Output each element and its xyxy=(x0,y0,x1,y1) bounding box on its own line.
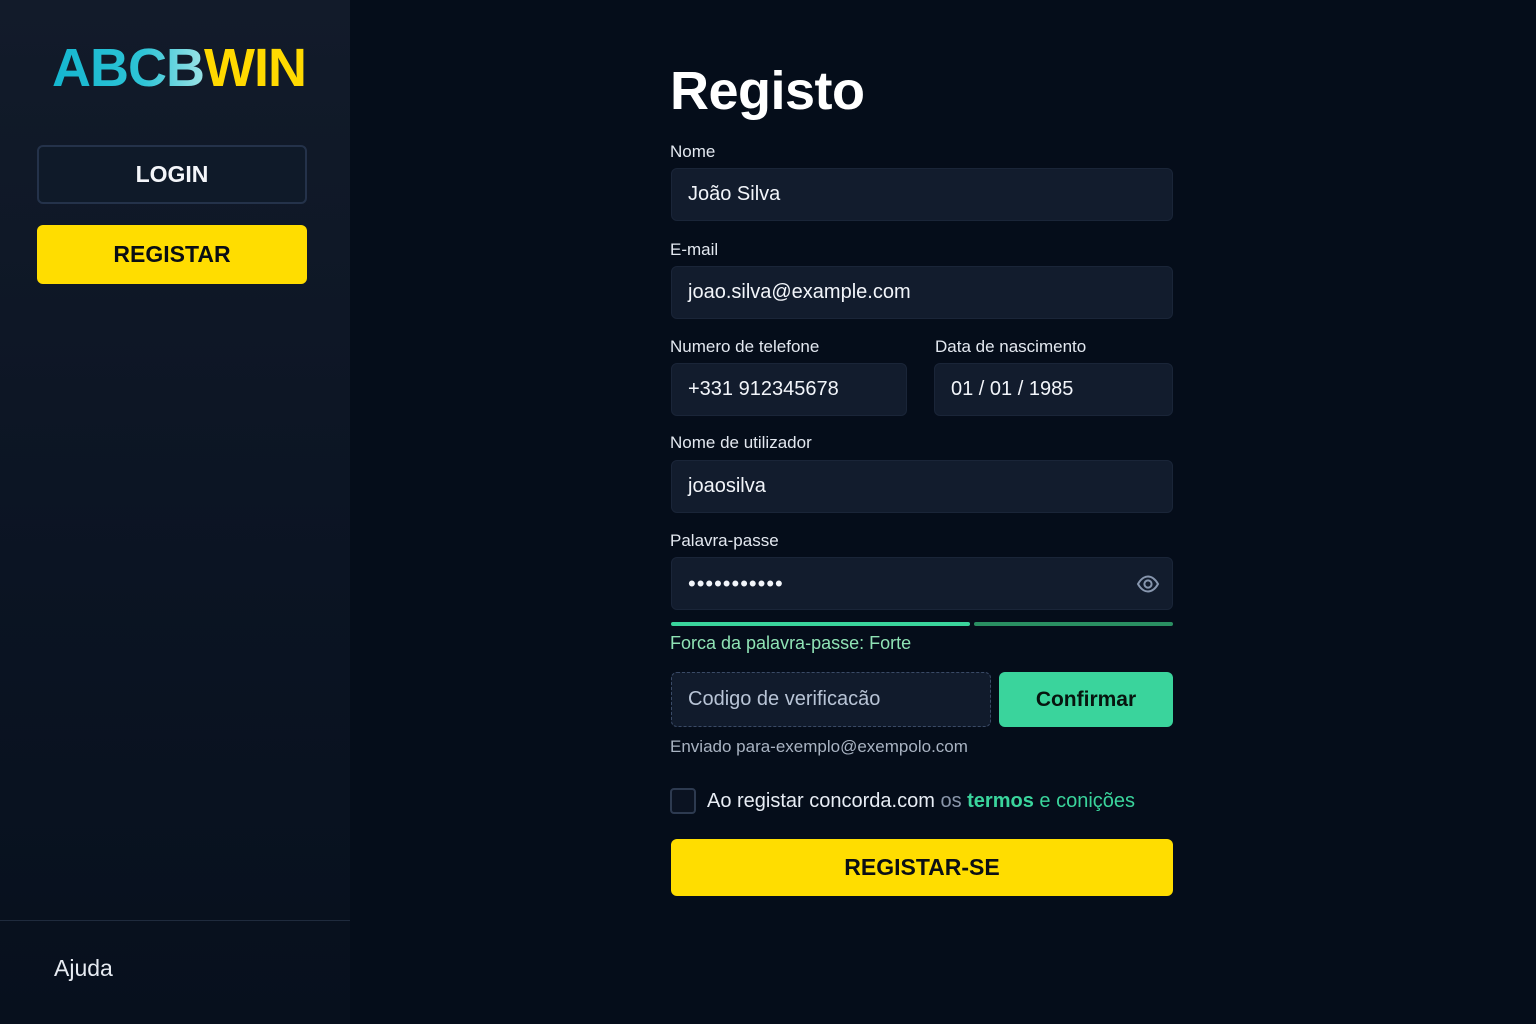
birthdate-field[interactable]: 01 / 01 / 1985 xyxy=(934,363,1173,416)
email-label: E-mail xyxy=(670,240,719,259)
submit-register-button[interactable]: REGISTAR-SE xyxy=(671,839,1173,896)
strength-bar-remaining xyxy=(974,622,1173,626)
terms-text: Ao registar concorda.com os termos e con… xyxy=(707,790,1135,813)
password-label: Palavra-passe xyxy=(670,531,779,550)
username-field[interactable]: joaosilva xyxy=(671,460,1173,513)
verification-sent-text: Enviado para-exemplo@exempolo.com xyxy=(670,737,968,756)
name-field[interactable]: João Silva xyxy=(671,168,1173,221)
conditions-link[interactable]: e conições xyxy=(1039,790,1135,812)
password-value: ••••••••••• xyxy=(688,570,784,596)
terms-checkbox[interactable] xyxy=(670,788,696,814)
logo-part1: ABCB xyxy=(52,38,205,98)
sidebar-divider xyxy=(0,920,350,921)
phone-field[interactable]: +331 912345678 xyxy=(671,363,907,416)
birthdate-label: Data de nascimento xyxy=(935,337,1087,356)
page-title: Registo xyxy=(670,61,865,121)
register-button[interactable]: REGISTAR xyxy=(37,225,307,284)
sidebar: ABCBWIN LOGIN REGISTAR Ajuda xyxy=(0,0,350,1024)
phone-label: Numero de telefone xyxy=(670,337,820,356)
strength-bar-filled xyxy=(671,622,970,626)
eye-icon[interactable] xyxy=(1136,572,1160,596)
name-label: Nome xyxy=(670,142,716,161)
email-field[interactable]: joao.silva@example.com xyxy=(671,266,1173,319)
password-strength-text: Forca da palavra-passe: Forte xyxy=(670,633,912,653)
username-label: Nome de utilizador xyxy=(670,433,812,452)
help-link[interactable]: Ajuda xyxy=(54,955,113,982)
terms-prefix: Ao registar concorda.com xyxy=(707,790,935,812)
terms-os: os xyxy=(940,790,962,812)
confirm-button[interactable]: Confirmar xyxy=(999,672,1173,727)
verification-code-input[interactable]: Codigo de verificacão xyxy=(671,672,991,727)
logo-part2: WIN xyxy=(204,38,307,98)
login-button[interactable]: LOGIN xyxy=(37,145,307,204)
brand-logo[interactable]: ABCBWIN xyxy=(52,38,307,98)
password-field[interactable]: ••••••••••• xyxy=(671,557,1173,610)
terms-link[interactable]: termos xyxy=(967,790,1034,812)
